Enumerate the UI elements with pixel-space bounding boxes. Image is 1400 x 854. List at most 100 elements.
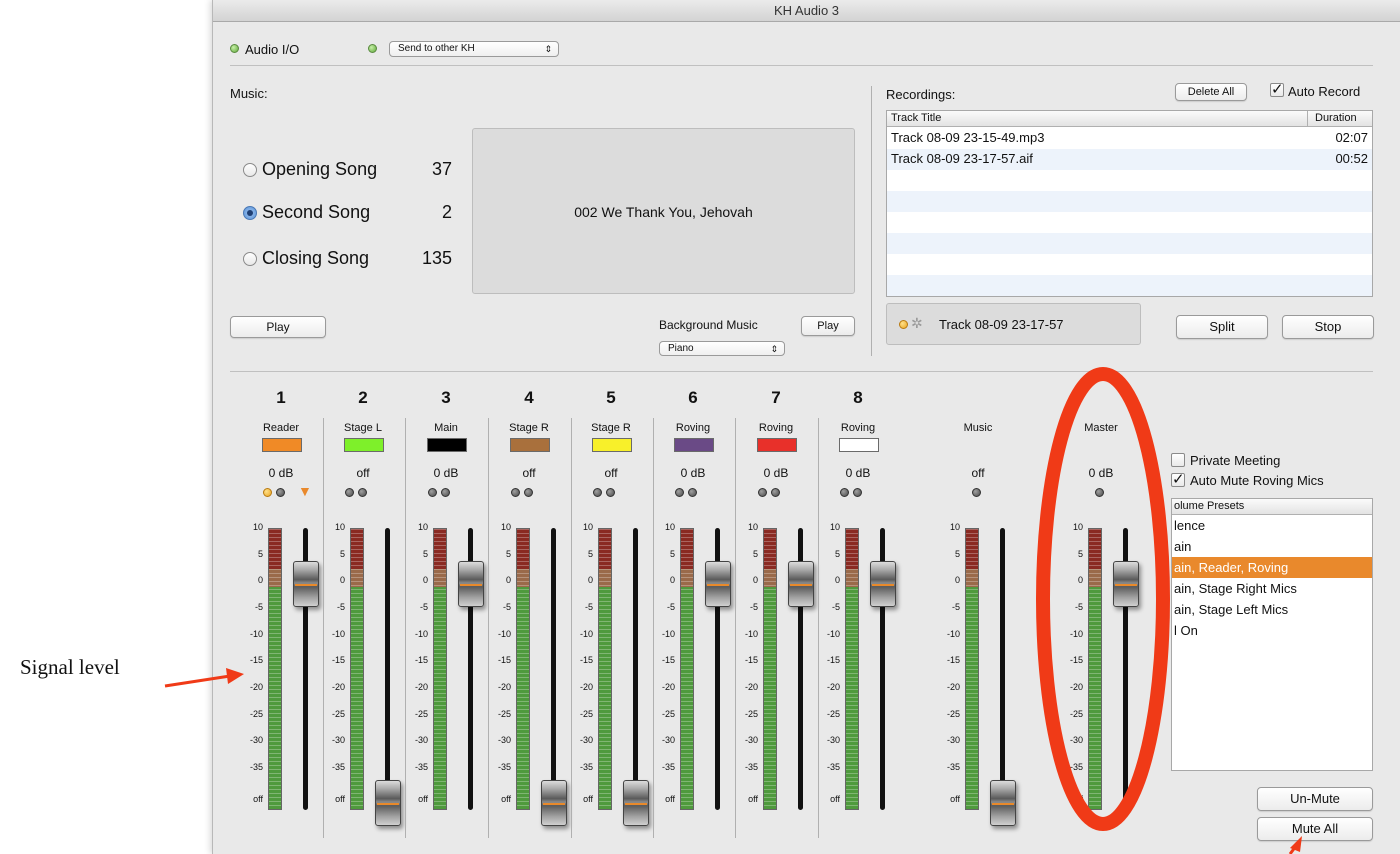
scale-tick-label: 10 (1072, 522, 1083, 532)
scale-tick-label: -20 (497, 682, 511, 692)
play-button[interactable]: Play (230, 316, 326, 338)
fader-knob[interactable] (458, 561, 484, 607)
scale-tick-label: off (501, 794, 511, 804)
table-row[interactable]: Track 08-09 23-17-57.aif 00:52 (887, 149, 1372, 170)
background-music-popup-value: Piano (668, 343, 694, 354)
fader-track[interactable] (1000, 528, 1005, 810)
channel-color-swatch[interactable] (757, 438, 797, 452)
column-header-duration[interactable]: Duration (1315, 111, 1357, 126)
scale-tick-label: 5 (669, 549, 675, 559)
mute-indicator-icon (1095, 488, 1104, 497)
scale-tick-label: 10 (949, 522, 960, 532)
private-meeting-checkbox[interactable] (1171, 453, 1185, 467)
scale-tick-label: -30 (579, 735, 593, 745)
fader-knob[interactable] (990, 780, 1016, 826)
empty-row (887, 191, 1372, 212)
preset-item[interactable]: ain, Stage Right Mics (1172, 578, 1372, 599)
fader-knob[interactable] (623, 780, 649, 826)
background-music-label: Background Music (659, 318, 758, 332)
scale-tick-label: 10 (582, 522, 593, 532)
channel-name: Stage L (344, 422, 382, 434)
fader-knob[interactable] (1113, 561, 1139, 607)
toolbar-divider (230, 65, 1373, 66)
mute-indicator-icon (428, 488, 437, 497)
scale-tick-label: off (950, 794, 960, 804)
split-button[interactable]: Split (1176, 315, 1268, 339)
scale-tick-label: -30 (249, 735, 263, 745)
table-row[interactable]: Track 08-09 23-15-49.mp3 02:07 (887, 128, 1372, 149)
scale-tick-label: -25 (1069, 709, 1083, 719)
scale-tick-label: 5 (587, 549, 593, 559)
channel-color-swatch[interactable] (262, 438, 302, 452)
column-header-track-title[interactable]: Track Title (891, 111, 941, 126)
channel-color-swatch[interactable] (839, 438, 879, 452)
channel-number: 2 (358, 388, 368, 407)
fader-track[interactable] (385, 528, 390, 810)
fader-knob[interactable] (788, 561, 814, 607)
opening-song-radio[interactable] (243, 163, 257, 177)
fader-knob[interactable] (375, 780, 401, 826)
scale-tick-label: 10 (417, 522, 428, 532)
preset-item[interactable]: lence (1172, 515, 1372, 536)
fader-knob[interactable] (870, 561, 896, 607)
scale-tick-label: -15 (414, 655, 428, 665)
scale-tick-label: 0 (257, 575, 263, 585)
scale-tick-label: -20 (661, 682, 675, 692)
send-to-popup[interactable]: Send to other KH ⇕ (389, 41, 559, 57)
signal-level-meter (433, 528, 447, 810)
scale-tick-label: off (830, 794, 840, 804)
unmute-button[interactable]: Un-Mute (1257, 787, 1373, 811)
scale-tick-label: -30 (946, 735, 960, 745)
auto-mute-roving-checkbox[interactable] (1171, 470, 1185, 488)
volume-presets-list[interactable]: olume Presets lence ain ain, Reader, Rov… (1171, 498, 1373, 771)
music-section-label: Music: (230, 86, 268, 101)
delete-all-button[interactable]: Delete All (1175, 83, 1247, 101)
signal-indicator-icon (263, 488, 272, 497)
channel-number: 8 (853, 388, 863, 407)
scale-tick-label: -15 (1069, 655, 1083, 665)
channel-color-swatch[interactable] (427, 438, 467, 452)
scale-tick-label: -15 (497, 655, 511, 665)
channel-color-swatch[interactable] (592, 438, 632, 452)
channel-level: 0 dB (433, 466, 459, 480)
scale-tick-label: -35 (826, 762, 840, 772)
preset-item[interactable]: ain, Stage Left Mics (1172, 599, 1372, 620)
auto-mute-roving-label: Auto Mute Roving Mics (1190, 473, 1324, 488)
channel-divider (405, 418, 406, 838)
mute-indicator-icon (688, 488, 697, 497)
channel-color-swatch[interactable] (510, 438, 550, 452)
background-music-popup[interactable]: Piano ⇕ (659, 341, 785, 356)
closing-song-radio[interactable] (243, 252, 257, 266)
preset-item[interactable]: l On (1172, 620, 1372, 641)
fader-track[interactable] (633, 528, 638, 810)
background-play-button[interactable]: Play (801, 316, 855, 336)
mute-indicator-icon (511, 488, 520, 497)
scale-tick-label: -15 (826, 655, 840, 665)
scale-tick-label: -25 (414, 709, 428, 719)
fader-knob[interactable] (541, 780, 567, 826)
channel-level: 0 dB (1088, 466, 1114, 480)
stop-button[interactable]: Stop (1282, 315, 1374, 339)
current-song-display: 002 We Thank You, Jehovah (472, 128, 855, 294)
preset-item-selected[interactable]: ain, Reader, Roving (1172, 557, 1372, 578)
recordings-table[interactable]: Track Title Duration Track 08-09 23-15-4… (886, 110, 1373, 297)
section-divider (871, 86, 872, 356)
fader-track[interactable] (551, 528, 556, 810)
channel-level: 0 dB (268, 466, 294, 480)
scale-tick-label: -20 (414, 682, 428, 692)
mute-all-button[interactable]: Mute All (1257, 817, 1373, 841)
send-to-popup-value: Send to other KH (398, 43, 475, 54)
second-song-radio[interactable] (243, 206, 257, 220)
mute-indicator-icon (758, 488, 767, 497)
empty-row (887, 212, 1372, 233)
recordings-table-header: Track Title Duration (887, 111, 1372, 127)
scale-tick-label: -30 (1069, 735, 1083, 745)
scale-tick-label: -15 (744, 655, 758, 665)
fader-knob[interactable] (293, 561, 319, 607)
auto-record-checkbox[interactable] (1270, 80, 1284, 98)
preset-item[interactable]: ain (1172, 536, 1372, 557)
channel-color-swatch[interactable] (344, 438, 384, 452)
channel-color-swatch[interactable] (674, 438, 714, 452)
mute-indicator-icon (675, 488, 684, 497)
fader-knob[interactable] (705, 561, 731, 607)
